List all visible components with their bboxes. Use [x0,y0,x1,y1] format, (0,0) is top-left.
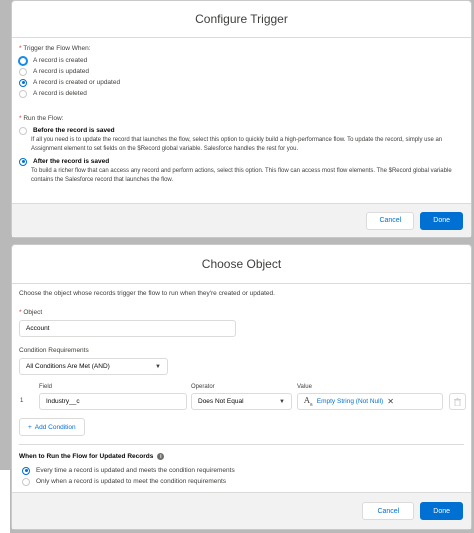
radio-button[interactable] [19,89,27,98]
radio-button[interactable] [19,56,27,65]
trigger-option-created[interactable]: A record is created [19,55,120,66]
close-icon[interactable]: ✕ [387,397,394,406]
object-label: Object [23,309,43,316]
condition-label: Condition Requirements [19,347,89,354]
when-label: When to Run the Flow for Updated Records [19,453,154,460]
radio-button[interactable] [19,126,27,135]
run-label: Run the Flow: [23,115,64,122]
radio-button[interactable] [19,157,27,166]
field-input[interactable]: Industry__c [39,393,187,410]
modal-footer: Cancel Done [12,203,471,237]
cancel-button[interactable]: Cancel [362,502,415,520]
run-section: * Run the Flow: Before the record is sav… [19,115,465,184]
when-option-only-when[interactable]: Only when a record is updated to meet th… [22,476,235,487]
radio-button[interactable] [19,78,27,87]
modal-title: Configure Trigger [195,12,288,26]
run-option-after-save[interactable]: After the record is saved [19,156,465,167]
value-pill-label: Empty String (Not Null) [316,398,384,405]
modal-header: Configure Trigger [12,1,471,38]
condition-row: 1 Industry__c Does Not Equal ▼ Aa Empty … [19,393,466,413]
radio-button[interactable] [22,466,30,475]
modal-header: Choose Object [12,245,471,284]
field-value: Industry__c [46,398,80,405]
done-button[interactable]: Done [420,502,463,520]
trigger-option-label: A record is created or updated [33,79,121,86]
when-options: Every time a record is updated and meets… [22,465,235,487]
add-condition-button[interactable]: + Add Condition [19,418,85,436]
when-option-label: Only when a record is updated to meet th… [36,478,227,485]
required-marker: * [19,45,22,52]
divider [19,444,464,445]
trigger-option-updated[interactable]: A record is updated [19,66,120,77]
chevron-down-icon: ▼ [279,398,285,405]
delete-row-button[interactable] [449,393,466,410]
when-label-row: When to Run the Flow for Updated Records… [19,453,165,460]
plus-icon: + [28,423,32,431]
trash-icon [454,397,461,406]
info-icon[interactable]: i [157,453,165,460]
condition-requirements-select[interactable]: All Conditions Are Met (AND) ▼ [19,358,168,375]
value-input[interactable]: Aa Empty String (Not Null) ✕ [297,393,443,410]
operator-value: Does Not Equal [198,398,244,405]
field-header: Field [39,384,53,390]
required-marker: * [19,115,22,122]
operator-select[interactable]: Does Not Equal ▼ [191,393,292,410]
trigger-section: * Trigger the Flow When: A record is cre… [19,45,120,99]
configure-trigger-modal: Configure Trigger * Trigger the Flow Whe… [11,0,472,238]
modal-title: Choose Object [201,257,282,271]
run-label-row: * Run the Flow: [19,115,465,122]
run-option-description: To build a richer flow that can access a… [31,168,452,183]
backdrop-white-strip [0,470,10,533]
done-button[interactable]: Done [420,211,463,230]
radio-button[interactable] [19,67,27,76]
row-number: 1 [20,398,24,404]
trigger-label: Trigger the Flow When: [23,45,91,52]
trigger-option-deleted[interactable]: A record is deleted [19,88,120,99]
trigger-option-created-or-updated[interactable]: A record is created or updated [19,77,120,88]
required-marker: * [19,309,22,316]
trigger-option-label: A record is created [33,57,88,64]
trigger-option-label: A record is deleted [33,90,87,97]
text-type-icon: Aa [304,395,313,408]
condition-value: All Conditions Are Met (AND) [26,363,110,370]
run-option-label: After the record is saved [33,158,110,165]
run-option-description: If all you need is to update the record … [31,137,443,152]
object-input[interactable]: Account [19,320,236,337]
choose-object-modal: Choose Object Choose the object whose re… [11,244,472,530]
object-label-row: * Object [19,309,42,316]
add-condition-label: Add Condition [34,423,76,431]
object-value: Account [26,325,50,332]
intro-text: Choose the object whose records trigger … [19,290,275,297]
run-option-label: Before the record is saved [33,127,115,134]
when-option-every-time[interactable]: Every time a record is updated and meets… [22,465,235,476]
trigger-option-label: A record is updated [33,68,90,75]
modal-footer: Cancel Done [12,492,471,529]
operator-header: Operator [191,384,215,390]
radio-button[interactable] [22,477,30,486]
chevron-down-icon: ▼ [155,363,161,370]
value-header: Value [297,384,312,390]
cancel-button[interactable]: Cancel [366,211,415,230]
run-option-before-save[interactable]: Before the record is saved [19,125,465,136]
when-option-label: Every time a record is updated and meets… [36,467,235,474]
trigger-label-row: * Trigger the Flow When: [19,45,120,52]
